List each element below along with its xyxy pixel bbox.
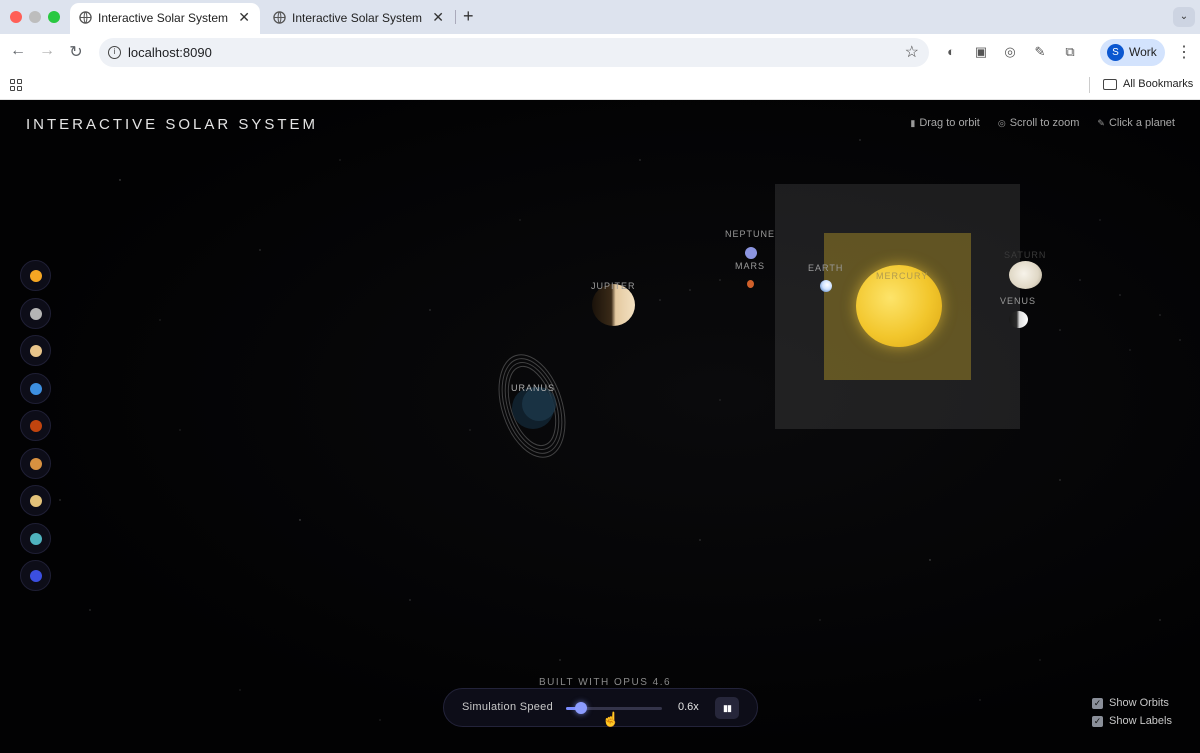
pause-button[interactable]: ▮▮ bbox=[715, 697, 739, 719]
new-tab-icon[interactable]: + bbox=[463, 6, 474, 27]
extensions-puzzle-icon[interactable]: ⧉ bbox=[1062, 44, 1078, 60]
hint-text: Scroll to zoom bbox=[1009, 117, 1080, 129]
maximize-window-button[interactable] bbox=[48, 11, 60, 23]
close-tab-icon[interactable]: ✕ bbox=[238, 9, 250, 26]
built-with-credit: BUILT WITH OPUS 4.6 bbox=[539, 677, 672, 688]
planet-dot bbox=[30, 308, 42, 320]
eyedropper-icon[interactable]: ✎ bbox=[1032, 44, 1048, 60]
back-icon[interactable]: ← bbox=[8, 42, 28, 60]
extension-icon[interactable]: ▣ bbox=[973, 44, 989, 60]
globe-icon bbox=[79, 11, 92, 24]
scroll-icon: ◎ bbox=[997, 117, 1006, 128]
folder-icon bbox=[1103, 79, 1117, 90]
planet-dot bbox=[30, 270, 42, 282]
browser-tab-active[interactable]: Interactive Solar System ✕ bbox=[70, 3, 260, 34]
browser-menu-icon[interactable]: ⋮ bbox=[1176, 42, 1192, 62]
planet-dot bbox=[30, 495, 42, 507]
globe-icon bbox=[273, 11, 286, 24]
profile-name: Work bbox=[1129, 45, 1157, 59]
apps-grid-icon[interactable] bbox=[10, 79, 22, 91]
planet-label-earth: EARTH bbox=[808, 263, 844, 273]
hint-drag: ▮ Drag to orbit bbox=[910, 117, 979, 129]
page-title: INTERACTIVE SOLAR SYSTEM bbox=[26, 116, 319, 133]
minimize-window-button[interactable] bbox=[29, 11, 41, 23]
url-text: localhost:8090 bbox=[128, 45, 212, 60]
extension-icon[interactable]: ◐ bbox=[943, 44, 959, 60]
reload-icon[interactable]: ↻ bbox=[66, 42, 86, 62]
checkbox-icon[interactable]: ✓ bbox=[1092, 716, 1103, 727]
show-labels-toggle[interactable]: ✓ Show Labels bbox=[1092, 715, 1192, 729]
speed-control-panel: Simulation Speed 0.6x ▮▮ bbox=[443, 688, 758, 727]
planet-label-mercury: MERCURY bbox=[876, 271, 929, 281]
speed-slider-thumb[interactable] bbox=[575, 702, 587, 714]
planet-label-venus: VENUS bbox=[1000, 296, 1037, 306]
earth-sphere[interactable] bbox=[820, 280, 832, 292]
hint-text: Click a planet bbox=[1108, 117, 1175, 129]
neptune-sphere[interactable] bbox=[745, 247, 757, 259]
planet-dot bbox=[30, 458, 42, 470]
all-bookmarks-link[interactable]: All Bookmarks bbox=[1123, 78, 1193, 90]
close-tab-icon[interactable]: ✕ bbox=[432, 9, 444, 26]
pointer-icon: ✎ bbox=[1097, 117, 1105, 128]
planet-dot bbox=[30, 570, 42, 582]
planet-label-jupiter: JUPITER bbox=[591, 281, 636, 291]
mars-sphere[interactable] bbox=[747, 280, 754, 288]
hand-cursor-icon: ☝ bbox=[602, 711, 620, 727]
planet-button-venus[interactable] bbox=[20, 335, 51, 366]
solar-system-canvas[interactable]: INTERACTIVE SOLAR SYSTEM ▮ Drag to orbit … bbox=[0, 100, 1200, 753]
hint-scroll: ◎ Scroll to zoom bbox=[998, 117, 1080, 129]
speed-label: Simulation Speed bbox=[462, 701, 554, 713]
planet-label-saturn: SATURN bbox=[1004, 250, 1047, 260]
planet-button-mars[interactable] bbox=[20, 410, 51, 441]
toggle-label: Show Labels bbox=[1109, 715, 1172, 727]
bookmark-star-icon[interactable]: ☆ bbox=[905, 42, 919, 62]
controls-hint-bar: ▮ Drag to orbit ◎ Scroll to zoom ✎ Click a … bbox=[910, 117, 1175, 129]
hint-click: ✎ Click a planet bbox=[1097, 117, 1175, 129]
planet-dot bbox=[30, 533, 42, 545]
planet-button-jupiter[interactable] bbox=[20, 448, 51, 479]
bookmarks-bar: All Bookmarks bbox=[0, 70, 1200, 100]
show-orbits-toggle[interactable]: ✓ Show Orbits bbox=[1092, 697, 1192, 711]
browser-tab[interactable]: Interactive Solar System ✕ bbox=[264, 3, 454, 34]
hint-text: Drag to orbit bbox=[919, 117, 980, 129]
toggle-label: Show Orbits bbox=[1109, 697, 1169, 709]
planet-button-mercury[interactable] bbox=[20, 298, 51, 329]
planet-button-saturn[interactable] bbox=[20, 485, 51, 516]
starfield bbox=[59, 139, 1181, 721]
divider bbox=[1089, 77, 1090, 93]
browser-tab-bar: Interactive Solar System ✕ Interactive S… bbox=[0, 0, 1200, 34]
planet-dot bbox=[30, 383, 42, 395]
browser-toolbar: ← → ↻ i localhost:8090 ☆ ◐ ▣ ◎ ✎ ⧉ S Wor… bbox=[0, 34, 1200, 70]
venus-sphere[interactable] bbox=[1009, 311, 1028, 328]
camera-icon[interactable]: ◎ bbox=[1002, 44, 1018, 60]
planet-dot bbox=[30, 345, 42, 357]
uranus-system[interactable] bbox=[495, 350, 569, 462]
profile-button[interactable]: S Work bbox=[1100, 39, 1165, 66]
checkbox-icon[interactable]: ✓ bbox=[1092, 698, 1103, 709]
planet-button-earth[interactable] bbox=[20, 373, 51, 404]
site-info-icon[interactable]: i bbox=[108, 46, 121, 59]
planet-label-mars: MARS bbox=[735, 261, 766, 271]
forward-icon[interactable]: → bbox=[37, 42, 57, 60]
planet-dot bbox=[30, 420, 42, 432]
tab-title: Interactive Solar System bbox=[98, 11, 229, 25]
planet-label-uranus: URANUS bbox=[511, 383, 556, 393]
planet-button-sun[interactable] bbox=[20, 260, 51, 291]
planet-button-neptune[interactable] bbox=[20, 560, 51, 591]
avatar: S bbox=[1107, 44, 1124, 61]
hand-icon: ▮ bbox=[910, 117, 916, 128]
tab-search-button[interactable]: ⌄ bbox=[1173, 7, 1195, 27]
tab-separator bbox=[455, 10, 456, 24]
planet-label-neptune: NEPTUNE bbox=[725, 229, 776, 239]
tab-title: Interactive Solar System bbox=[292, 11, 423, 25]
speed-value: 0.6x bbox=[678, 701, 699, 713]
close-window-button[interactable] bbox=[10, 11, 22, 23]
planet-button-uranus[interactable] bbox=[20, 523, 51, 554]
saturn-sphere[interactable] bbox=[1009, 261, 1042, 289]
address-bar[interactable]: i localhost:8090 ☆ bbox=[99, 38, 929, 67]
